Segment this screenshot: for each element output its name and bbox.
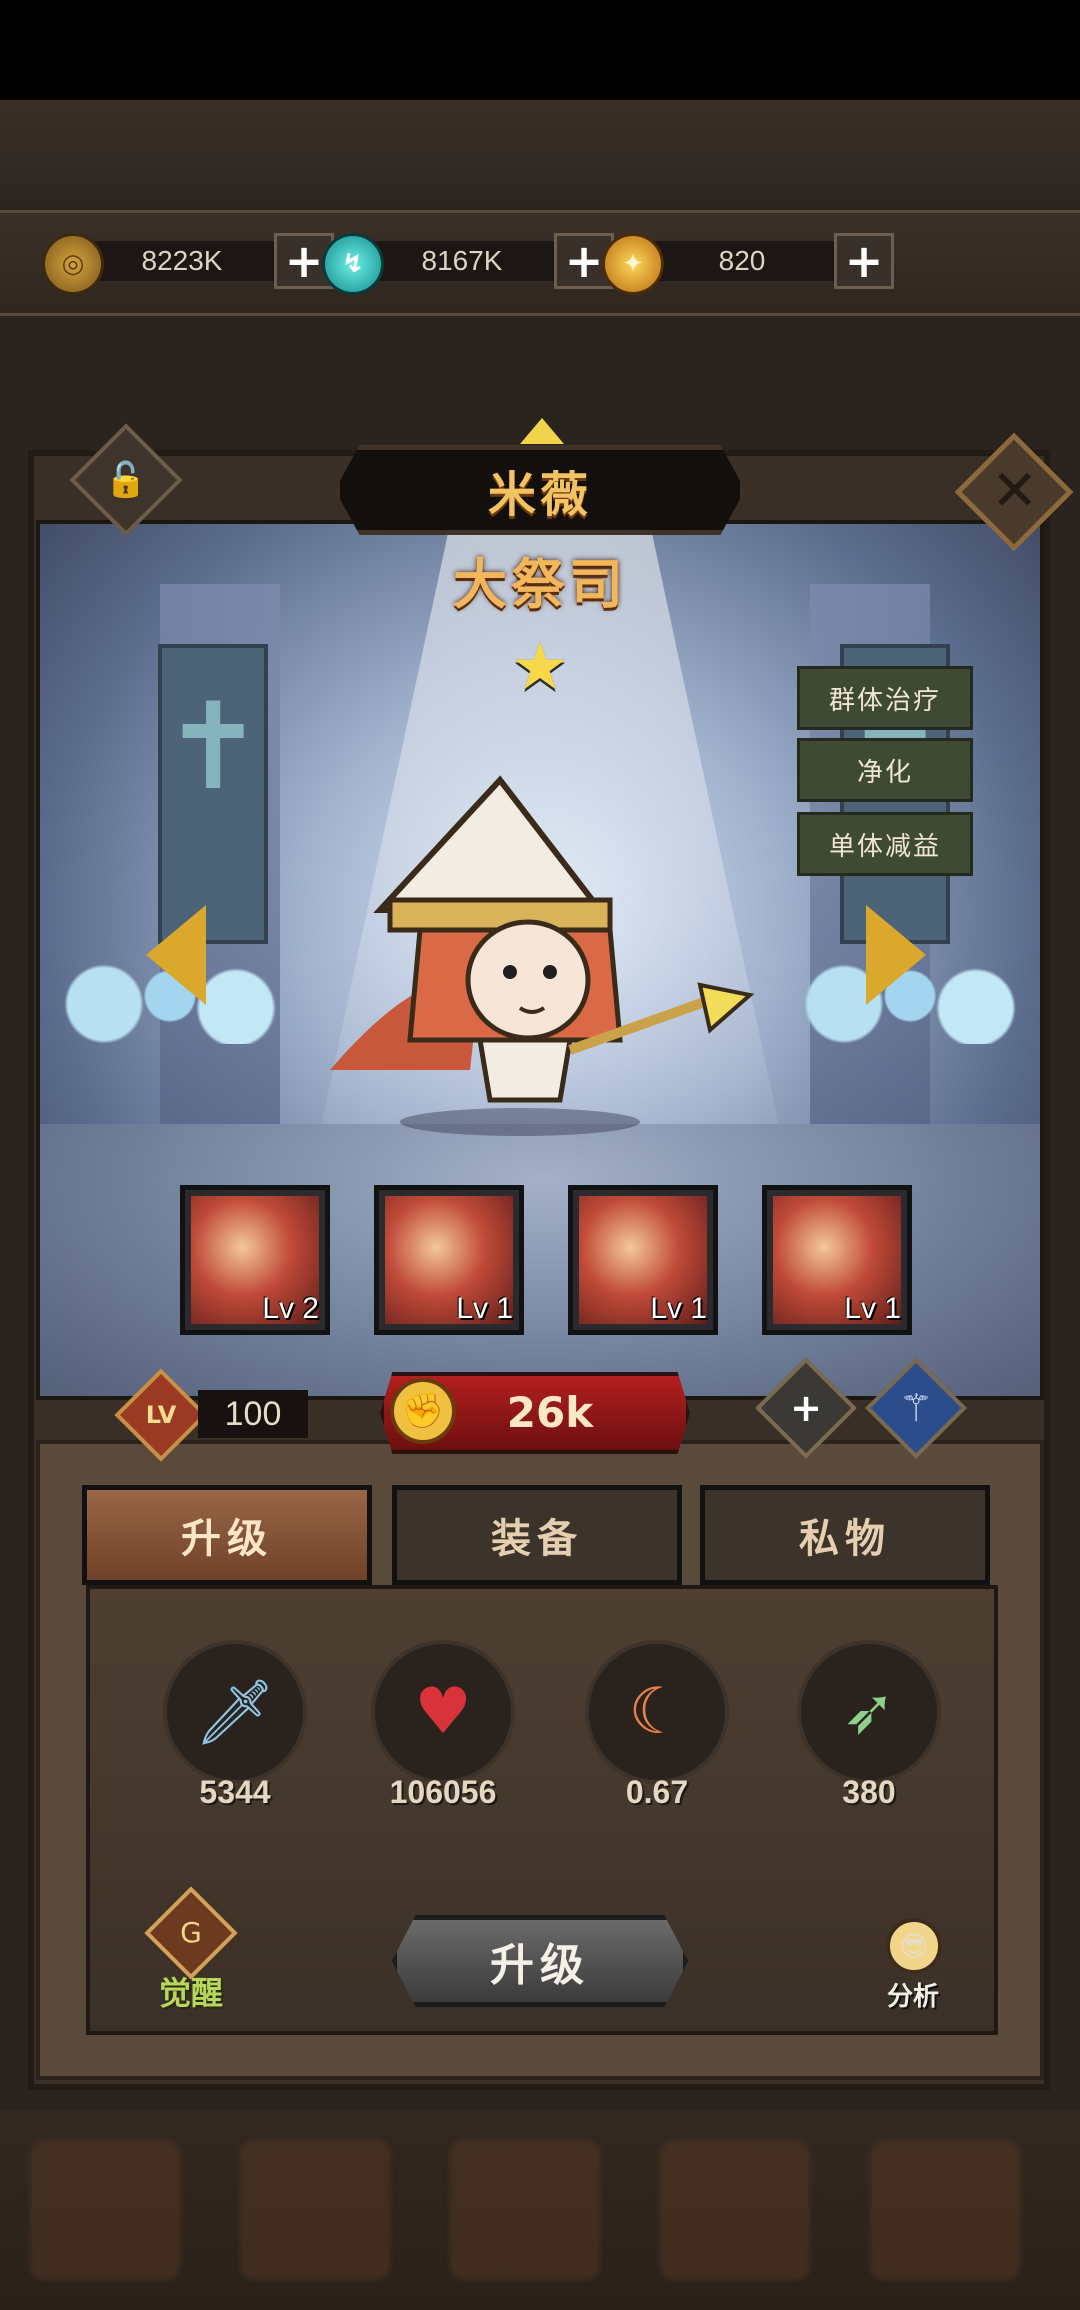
star-rating-icon: ★: [510, 628, 570, 705]
add-orb-button[interactable]: +: [834, 233, 894, 289]
skill-slot-3[interactable]: Lv 1: [568, 1185, 718, 1335]
currency-bar: 8223K ◎ + 8167K ↯ + 820 ✦ +: [0, 210, 1080, 316]
hero-title: 大祭司: [453, 553, 627, 616]
hero-portrait: [330, 775, 755, 1136]
nav-item[interactable]: [30, 2140, 180, 2280]
crit-blade-icon: ☾: [585, 1640, 729, 1784]
blue-gem-icon: ↯: [322, 233, 384, 295]
skill-3-level: Lv 1: [650, 1292, 707, 1325]
heart-icon: ♥: [371, 1640, 515, 1784]
tag-single-debuff[interactable]: 单体减益: [797, 812, 973, 876]
nav-item[interactable]: [870, 2140, 1020, 2280]
stat-range: ➶ 380: [789, 1640, 949, 1820]
awaken-button[interactable]: G 觉醒: [144, 1886, 238, 2012]
skill-4-level: Lv 1: [844, 1292, 901, 1325]
analyze-label: 分析: [886, 1982, 939, 2012]
sunglasses-face-icon: 😎: [886, 1918, 942, 1974]
crit-value: 0.67: [625, 1774, 689, 1810]
prev-hero-button[interactable]: [142, 905, 212, 1005]
range-value: 380: [842, 1774, 896, 1810]
status-bar: [0, 0, 1080, 100]
plus-icon: +: [790, 1386, 822, 1430]
nav-item[interactable]: [450, 2140, 600, 2280]
tab-personal-item[interactable]: 私物: [700, 1485, 990, 1585]
nav-item[interactable]: [240, 2140, 390, 2280]
stat-crit: ☾ 0.67: [577, 1640, 737, 1820]
tab-upgrade[interactable]: 升级: [82, 1485, 372, 1585]
stage-banner: ✝: [158, 644, 268, 944]
fist-icon: ✊: [390, 1378, 456, 1444]
skill-1-level: Lv 2: [262, 1292, 319, 1325]
gold-coin-icon: ◎: [42, 233, 104, 295]
chevron-left-icon: [146, 905, 206, 1005]
gold-orb-icon: ✦: [602, 233, 664, 295]
skill-slot-1[interactable]: Lv 2: [180, 1185, 330, 1335]
level-badge-label: LV: [145, 1401, 177, 1429]
tab-equipment[interactable]: 装备: [392, 1485, 682, 1585]
awaken-gem-icon: G: [144, 1886, 238, 1980]
skill-2-level: Lv 1: [456, 1292, 513, 1325]
stat-attack: 🗡 5344: [155, 1640, 315, 1820]
orb-amount: 820: [642, 241, 842, 281]
power-value: 26k: [506, 1388, 594, 1437]
level-value: 100: [198, 1390, 308, 1438]
caduceus-icon: ⚚: [898, 1386, 934, 1430]
unlock-icon: 🔓: [104, 460, 148, 500]
hero-name: 米薇: [487, 467, 592, 523]
hero-name-plate: 米薇: [335, 445, 745, 535]
close-icon: ✕: [991, 458, 1039, 524]
gold-amount: 8223K: [82, 241, 282, 281]
chevron-right-icon: [866, 905, 926, 1005]
tag-purify[interactable]: 净化: [797, 738, 973, 802]
skill-slot-4[interactable]: Lv 1: [762, 1185, 912, 1335]
health-value: 106056: [389, 1774, 497, 1810]
sword-icon: 🗡: [163, 1640, 307, 1784]
top-band: [0, 100, 1080, 210]
cross-icon: ✝: [162, 678, 264, 817]
triangle-indicator-icon: [520, 418, 564, 444]
tag-group-heal[interactable]: 群体治疗: [797, 666, 973, 730]
skill-slot-2[interactable]: Lv 1: [374, 1185, 524, 1335]
next-hero-button[interactable]: [862, 905, 932, 1005]
attack-value: 5344: [199, 1774, 271, 1810]
upgrade-button[interactable]: 升级: [392, 1915, 688, 2007]
analyze-button[interactable]: 😎 分析: [868, 1918, 958, 2018]
stat-health: ♥ 106056: [363, 1640, 523, 1820]
awaken-label: 觉醒: [158, 1974, 223, 2012]
nav-item[interactable]: [660, 2140, 810, 2280]
gem-amount: 8167K: [362, 241, 562, 281]
arrow-icon: ➶: [797, 1640, 941, 1784]
